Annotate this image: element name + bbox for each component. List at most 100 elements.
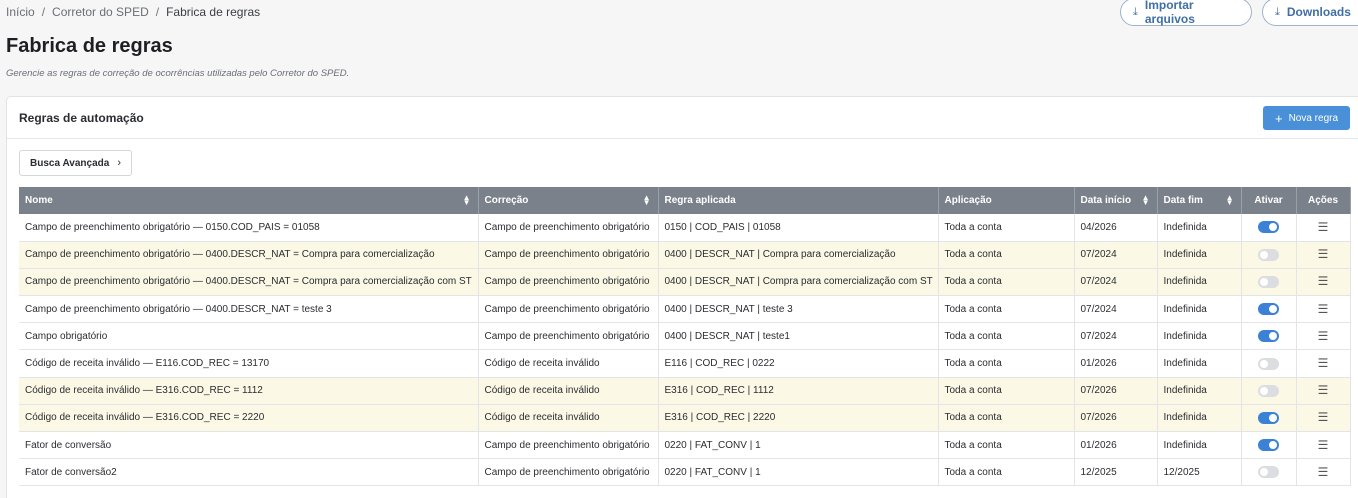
cell-data-fim: Indefinida [1157, 295, 1242, 324]
menu-icon[interactable]: ☰ [1318, 357, 1329, 369]
cell-correcao: Código de receita inválido [478, 377, 659, 405]
table-row[interactable]: Campo obrigatório Campo de preenchimento … [19, 322, 1351, 351]
cell-data-fim: Indefinida [1157, 268, 1242, 297]
sort-icon[interactable]: ▲ ▼ [643, 194, 651, 207]
cell-nome: Código de receita inválido — E316.COD_RE… [19, 377, 479, 405]
cell-aplicacao: Toda a conta [938, 322, 1075, 351]
cell-nome: Fator de conversão2 [19, 458, 479, 487]
menu-icon[interactable]: ☰ [1318, 384, 1329, 396]
new-rule-button[interactable]: + Nova regra [1263, 106, 1350, 130]
table-row[interactable]: Campo de preenchimento obrigatório — 040… [19, 241, 1351, 269]
table-row[interactable]: Campo de preenchimento obrigatório — 040… [19, 295, 1351, 324]
active-toggle[interactable] [1258, 411, 1279, 424]
downloads-button[interactable]: ⤓ Downloads [1262, 0, 1358, 26]
column-header-label: Correção [484, 195, 529, 206]
table-row[interactable]: Campo de preenchimento obrigatório — 015… [19, 214, 1351, 242]
cell-regra: 0400 | DESCR_NAT | Compra para comercial… [658, 268, 939, 297]
cell-aplicacao: Toda a conta [938, 214, 1075, 242]
cell-regra: 0400 | DESCR_NAT | teste1 [658, 322, 939, 351]
table-row[interactable]: Código de receita inválido — E116.COD_RE… [19, 349, 1351, 378]
cell-regra: E316 | COD_REC | 1112 [658, 377, 939, 405]
cell-nome: Código de receita inválido — E316.COD_RE… [19, 404, 479, 433]
cell-data-fim: 12/2025 [1157, 458, 1242, 487]
menu-icon[interactable]: ☰ [1318, 439, 1329, 451]
menu-icon[interactable]: ☰ [1318, 221, 1329, 233]
advanced-search-label: Busca Avançada [30, 157, 110, 169]
cell-nome: Código de receita inválido — E116.COD_RE… [19, 349, 479, 378]
cell-regra: E116 | COD_REC | 0222 [658, 349, 939, 378]
cell-acoes: ☰ [1296, 377, 1351, 405]
cell-aplicacao: Toda a conta [938, 268, 1075, 297]
menu-icon[interactable]: ☰ [1318, 330, 1329, 342]
column-header-nome[interactable]: Nome ▲ ▼ [19, 187, 479, 214]
cell-acoes: ☰ [1296, 322, 1351, 351]
cell-correcao: Campo de preenchimento obrigatório [478, 458, 659, 487]
table-row[interactable]: Campo de preenchimento obrigatório — 040… [19, 268, 1351, 297]
cell-nome: Campo de preenchimento obrigatório — 015… [19, 214, 479, 242]
breadcrumb-home[interactable]: Início [6, 5, 35, 19]
downloads-label: Downloads [1286, 5, 1351, 19]
table-header-row: Nome ▲ ▼ Correção ▲ ▼ Regra aplicada Aplicaç… [19, 187, 1351, 214]
advanced-search-button[interactable]: Busca Avançada › [19, 150, 132, 176]
toggle-knob [1269, 332, 1277, 341]
cell-data-fim: Indefinida [1157, 404, 1242, 433]
column-header-correcao[interactable]: Correção ▲ ▼ [478, 187, 659, 214]
column-header-data-inicio[interactable]: Data início ▲ ▼ [1074, 187, 1158, 214]
active-toggle[interactable] [1258, 439, 1279, 452]
sort-icon[interactable]: ▲ ▼ [1142, 194, 1150, 207]
menu-icon[interactable]: ☰ [1318, 303, 1329, 315]
breadcrumb-separator: / [41, 5, 46, 19]
active-toggle[interactable] [1258, 221, 1279, 234]
breadcrumb-corretor[interactable]: Corretor do SPED [52, 5, 149, 19]
column-header-data-fim[interactable]: Data fim ▲ ▼ [1157, 187, 1242, 214]
cell-correcao: Campo de preenchimento obrigatório [478, 268, 659, 297]
column-header-acoes: Ações [1296, 187, 1351, 214]
active-toggle[interactable] [1258, 384, 1279, 397]
rules-card: Regras de automação + Nova regra Busca A… [6, 96, 1358, 498]
toggle-knob [1260, 359, 1268, 368]
cell-correcao: Campo de preenchimento obrigatório [478, 431, 659, 460]
active-toggle[interactable] [1258, 275, 1279, 288]
toggle-knob [1260, 277, 1268, 286]
new-rule-label: Nova regra [1288, 112, 1339, 124]
import-files-button[interactable]: ⤓ Importar arquivos [1120, 0, 1252, 26]
table-body: Campo de preenchimento obrigatório — 015… [19, 214, 1351, 487]
page-title: Fabrica de regras [6, 35, 173, 57]
active-toggle[interactable] [1258, 357, 1279, 370]
sort-icon[interactable]: ▲ ▼ [1226, 194, 1234, 207]
cell-data-inicio: 07/2024 [1074, 268, 1158, 297]
table-row[interactable]: Fator de conversão2 Campo de preenchiment… [19, 458, 1351, 487]
cell-data-inicio: 07/2024 [1074, 295, 1158, 324]
column-header-label: Regra aplicada [664, 195, 736, 206]
card-header: Regras de automação + Nova regra [7, 97, 1358, 139]
sort-icon[interactable]: ▲ ▼ [463, 194, 471, 207]
rules-table-wrapper: Nome ▲ ▼ Correção ▲ ▼ Regra aplicada Aplicaç… [19, 187, 1351, 487]
download-icon: ⤓ [1275, 5, 1280, 18]
column-header-label: Ações [1307, 195, 1338, 206]
column-header-label: Nome [25, 195, 53, 206]
active-toggle[interactable] [1258, 330, 1279, 343]
cell-aplicacao: Toda a conta [938, 458, 1075, 487]
cell-data-inicio: 01/2026 [1074, 349, 1158, 378]
cell-ativar [1241, 404, 1297, 433]
table-row[interactable]: Código de receita inválido — E316.COD_RE… [19, 377, 1351, 405]
menu-icon[interactable]: ☰ [1318, 248, 1329, 260]
cell-ativar [1241, 268, 1297, 297]
active-toggle[interactable] [1258, 466, 1279, 479]
menu-icon[interactable]: ☰ [1318, 411, 1329, 423]
table-row[interactable]: Fator de conversão Campo de preenchimento… [19, 431, 1351, 460]
cell-ativar [1241, 241, 1297, 269]
page-subtitle: Gerencie as regras de correção de ocorrê… [6, 68, 350, 79]
active-toggle[interactable] [1258, 248, 1279, 261]
column-header-label: Data início [1080, 195, 1132, 206]
cell-regra: 0220 | FAT_CONV | 1 [658, 458, 939, 487]
cell-ativar [1241, 458, 1297, 487]
breadcrumb-current: Fabrica de regras [166, 5, 261, 19]
menu-icon[interactable]: ☰ [1318, 275, 1329, 287]
card-title: Regras de automação [19, 111, 144, 125]
table-row[interactable]: Código de receita inválido — E316.COD_RE… [19, 404, 1351, 433]
import-files-label: Importar arquivos [1144, 0, 1195, 26]
top-bar: Início / Corretor do SPED / Fabrica de r… [6, 0, 1358, 26]
menu-icon[interactable]: ☰ [1318, 466, 1329, 478]
active-toggle[interactable] [1258, 303, 1279, 316]
